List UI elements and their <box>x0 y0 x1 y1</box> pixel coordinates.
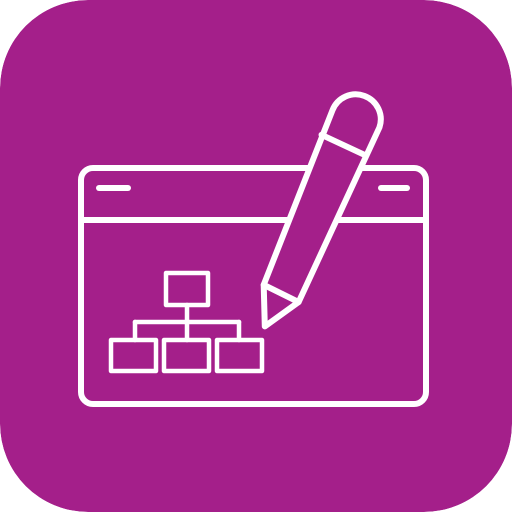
app-icon-graphic <box>0 0 512 512</box>
app-icon-background <box>0 0 512 512</box>
app-icon <box>0 0 512 512</box>
